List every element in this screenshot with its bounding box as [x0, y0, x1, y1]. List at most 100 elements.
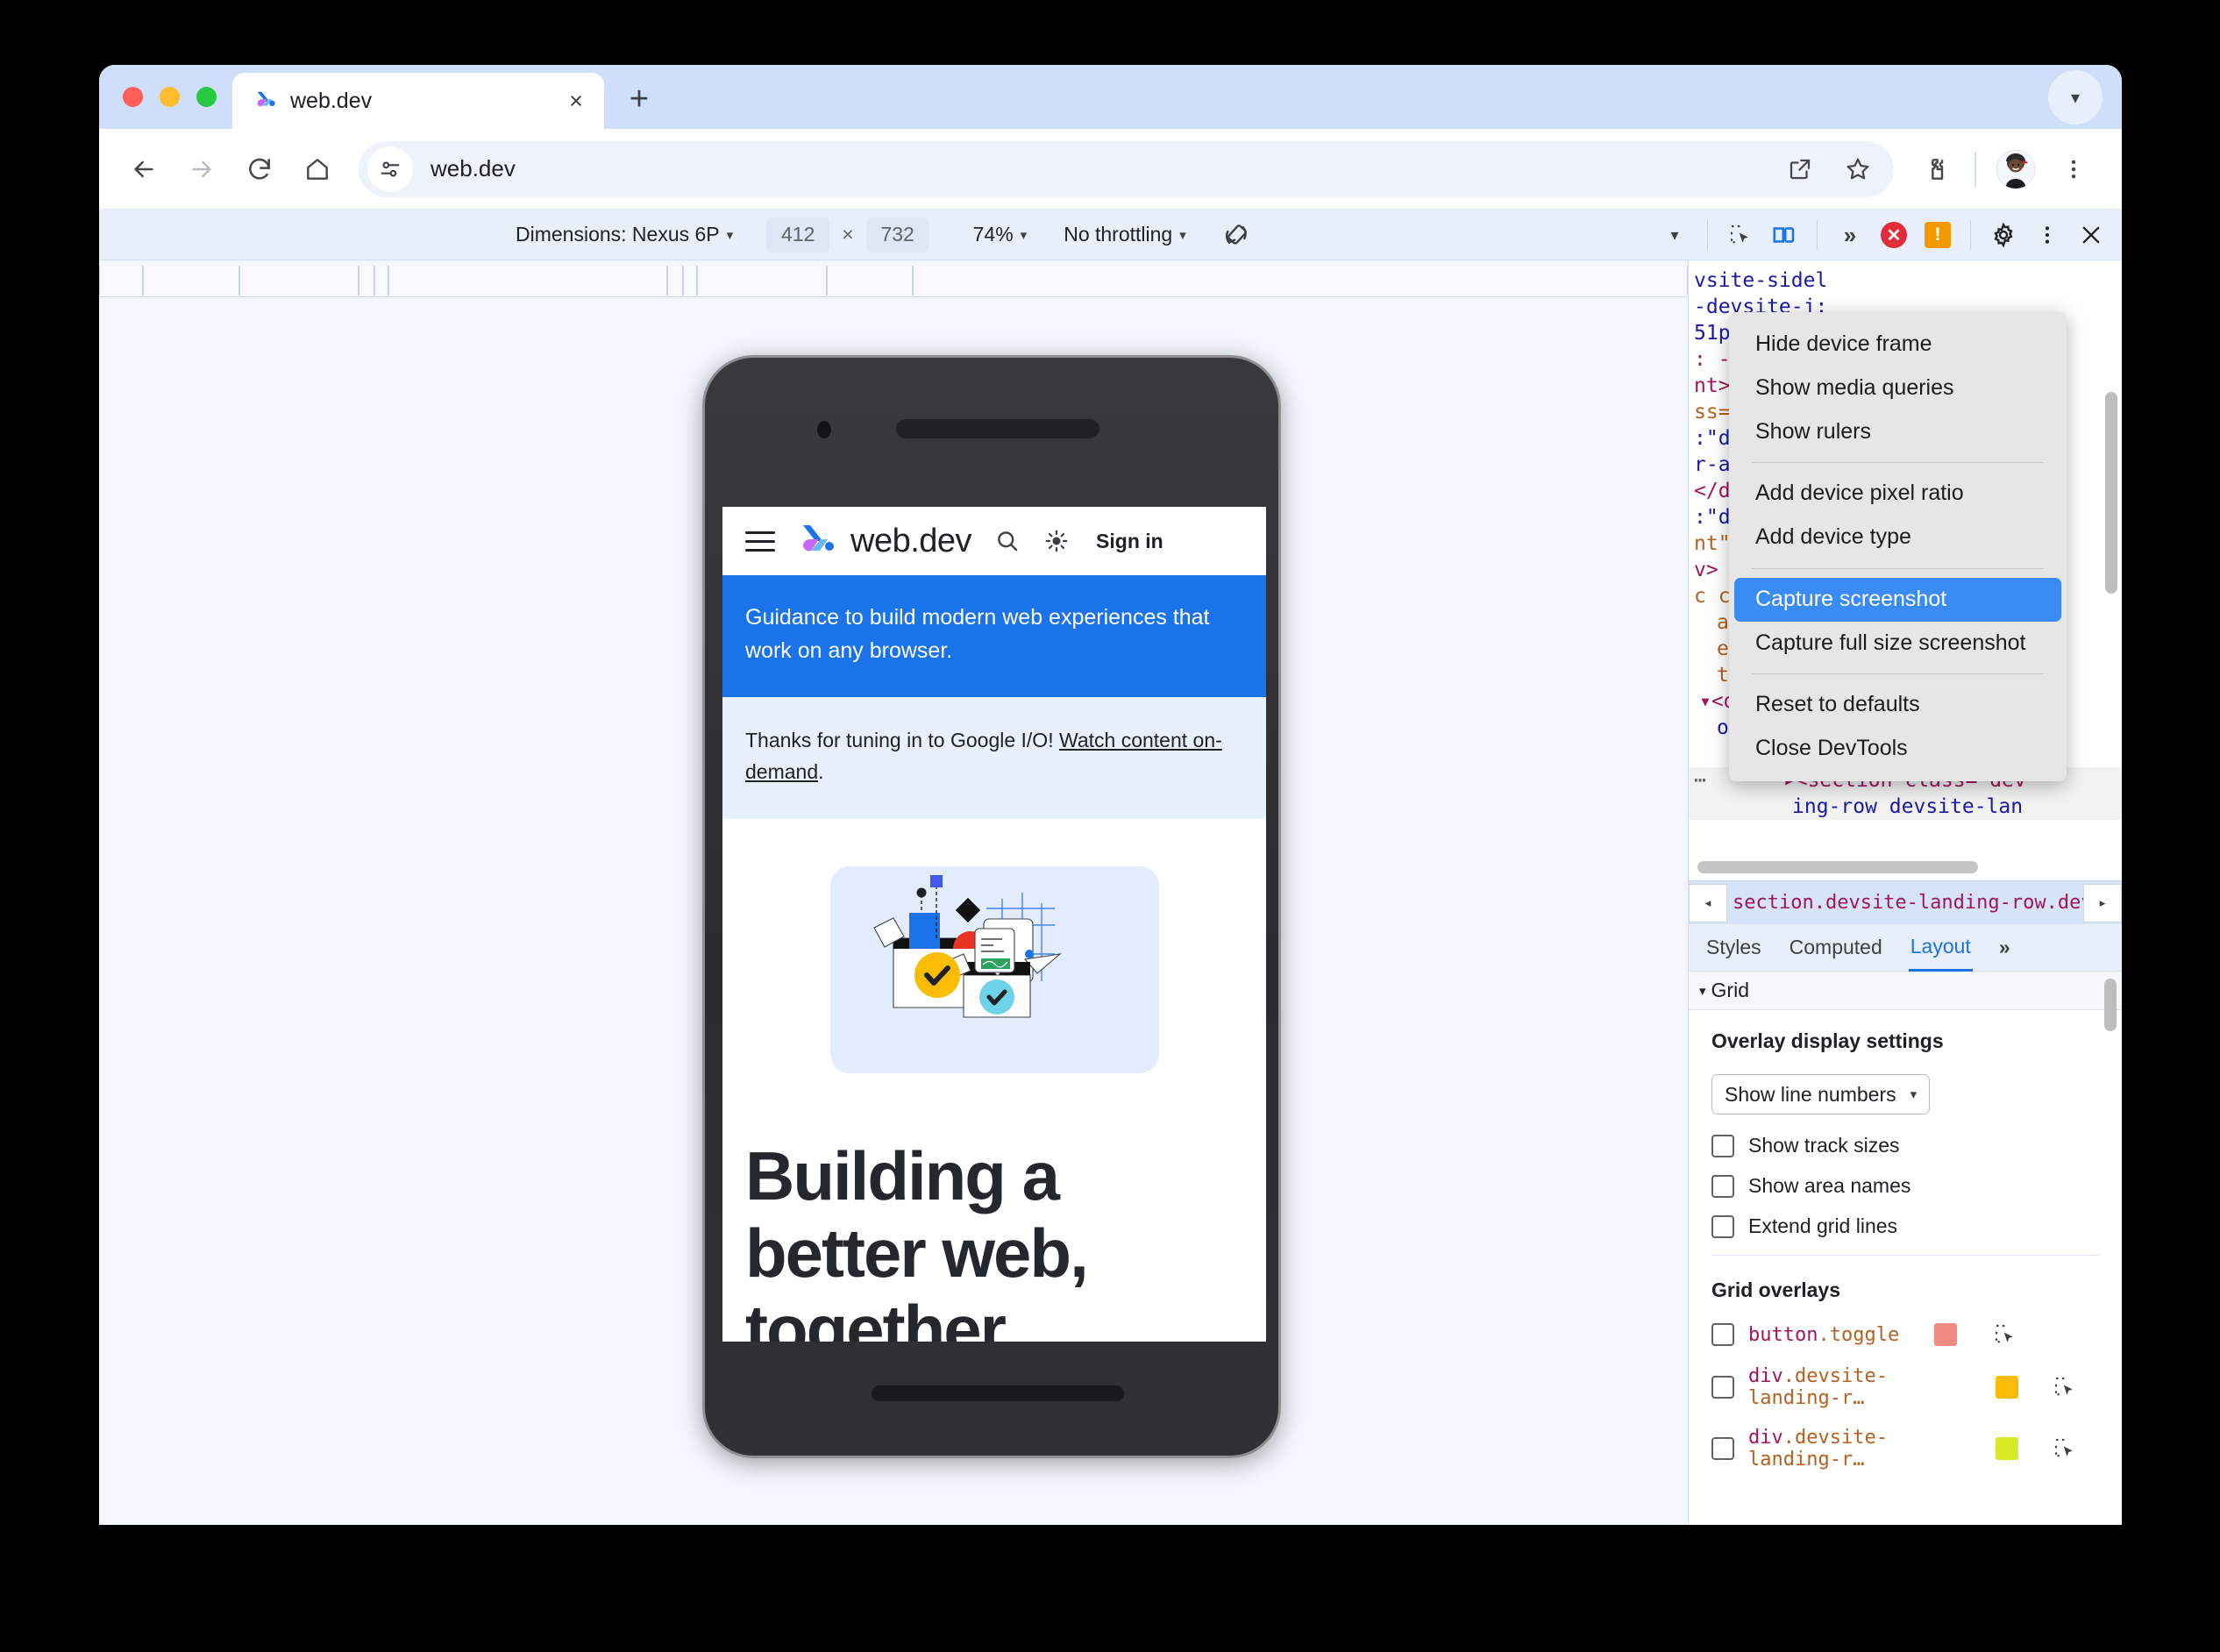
chevron-down-icon: ▾ — [1179, 227, 1186, 243]
ellipsis-icon[interactable]: ⋯ — [1694, 769, 1708, 792]
hamburger-menu-icon[interactable] — [745, 530, 775, 552]
new-tab-button[interactable]: + — [615, 75, 664, 124]
tab-layout[interactable]: Layout — [1908, 924, 1973, 972]
throttling-select[interactable]: No throttling ▾ — [1055, 216, 1195, 254]
three-dot-menu-icon[interactable] — [2025, 215, 2069, 255]
inspect-element-icon[interactable] — [1992, 1321, 2018, 1348]
inspect-element-icon[interactable] — [2052, 1435, 2078, 1462]
reload-icon[interactable] — [231, 140, 288, 198]
share-icon[interactable] — [1771, 140, 1829, 198]
menu-item-hide-device-frame[interactable]: Hide device frame — [1729, 323, 2067, 367]
webdev-logo-icon[interactable] — [798, 523, 838, 559]
device-select[interactable]: Dimensions: Nexus 6P ▾ — [507, 216, 742, 254]
extensions-puzzle-icon[interactable] — [1906, 140, 1964, 198]
breadcrumb-text[interactable]: section.devsite-landing-row.devsite- — [1727, 892, 2083, 914]
grid-overlay-color-swatch[interactable] — [1934, 1323, 1958, 1346]
extend-grid-lines-row[interactable]: Extend grid lines — [1711, 1214, 2099, 1238]
grid-overlay-checkbox[interactable] — [1711, 1376, 1734, 1399]
omnibox-url: web.dev — [430, 155, 516, 182]
tab-computed[interactable]: Computed — [1788, 925, 1884, 970]
home-icon[interactable] — [288, 140, 346, 198]
omnibox-actions — [1771, 140, 1894, 198]
menu-item-show-rulers[interactable]: Show rulers — [1729, 410, 2067, 454]
close-icon[interactable] — [2069, 215, 2113, 255]
breadcrumb-selector: section.devsite-landing-row.devsite- — [1733, 892, 2083, 914]
error-badge-count: ✕ — [1881, 222, 1907, 248]
toolbar-divider — [1707, 220, 1708, 250]
hero-banner: Guidance to build modern web experiences… — [722, 575, 1266, 697]
more-panels-icon[interactable]: » — [1828, 215, 1872, 255]
breadcrumb-next-button[interactable]: ▸ — [2083, 883, 2122, 922]
menu-item-capture-screenshot[interactable]: Capture screenshot — [1734, 577, 2061, 622]
bookmark-star-icon[interactable] — [1829, 140, 1887, 198]
chevron-down-icon: ▾ — [1910, 1087, 1918, 1102]
tab-styles[interactable]: Styles — [1704, 925, 1763, 970]
grid-overlay-row[interactable]: div.devsite-landing-r… — [1711, 1365, 2099, 1409]
forward-arrow-icon[interactable] — [173, 140, 231, 198]
grid-overlay-color-swatch[interactable] — [1996, 1376, 2018, 1399]
breadcrumb-prev-button[interactable]: ◂ — [1689, 883, 1727, 922]
menu-item-close-devtools[interactable]: Close DevTools — [1729, 727, 2067, 771]
gear-icon[interactable] — [1982, 215, 2025, 255]
chevron-down-icon: ▾ — [1020, 227, 1028, 243]
device-toolbar-icon[interactable] — [1762, 215, 1806, 255]
grid-overlay-row[interactable]: button.toggle — [1711, 1321, 2099, 1348]
menu-separator — [1752, 462, 2044, 464]
minimize-window-button[interactable] — [160, 87, 180, 107]
inspect-element-icon[interactable] — [1718, 215, 1762, 255]
menu-item-add-device-type[interactable]: Add device type — [1729, 516, 2067, 559]
three-dot-menu-icon[interactable] — [2045, 140, 2103, 198]
sun-theme-icon[interactable] — [1043, 528, 1070, 554]
grid-overlay-row[interactable]: div.devsite-landing-r… — [1711, 1427, 2099, 1470]
site-settings-icon[interactable] — [367, 146, 413, 192]
warning-count-badge[interactable]: ! — [1916, 215, 1960, 255]
zoom-select[interactable]: 74% ▾ — [964, 216, 1036, 254]
chevron-down-icon[interactable]: ▾ — [2048, 70, 2103, 125]
rotate-device-icon[interactable] — [1214, 215, 1258, 255]
dom-tree-vertical-scrollbar[interactable] — [2105, 392, 2117, 594]
grid-overlay-selector[interactable]: button.toggle — [1748, 1324, 1899, 1346]
menu-separator — [1752, 567, 2044, 569]
close-icon[interactable]: × — [560, 85, 592, 117]
close-window-button[interactable] — [123, 87, 143, 107]
back-arrow-icon[interactable] — [115, 140, 173, 198]
grid-overlay-element: div — [1748, 1427, 1783, 1449]
menu-item-reset-to-defaults[interactable]: Reset to defaults — [1729, 683, 2067, 727]
layout-panel-scrollbar[interactable] — [2104, 979, 2117, 1031]
line-numbers-select[interactable]: Show line numbers ▾ — [1711, 1074, 1931, 1114]
grid-overlay-selector[interactable]: div.devsite-landing-r… — [1748, 1365, 1967, 1409]
inspect-element-icon[interactable] — [2052, 1374, 2078, 1400]
tab-more-icon[interactable]: » — [1997, 925, 2012, 970]
search-icon[interactable] — [994, 528, 1021, 554]
error-count-badge[interactable]: ✕ — [1872, 215, 1916, 255]
sign-in-button[interactable]: Sign in — [1096, 530, 1163, 553]
menu-item-add-device-pixel-ratio[interactable]: Add device pixel ratio — [1729, 472, 2067, 516]
show-area-names-row[interactable]: Show area names — [1711, 1174, 2099, 1198]
height-input[interactable]: 732 — [865, 217, 929, 253]
dom-line[interactable]: vsite-sidel — [1689, 267, 2122, 294]
grid-overlay-checkbox[interactable] — [1711, 1437, 1734, 1460]
rendered-page: web.dev Sign in Guidance to build modern… — [722, 507, 1266, 1342]
media-query-ruler[interactable] — [99, 260, 1688, 297]
chevron-down-icon[interactable]: ▾ — [1653, 215, 1697, 255]
avatar[interactable] — [1987, 140, 2045, 198]
menu-item-capture-full-size-screenshot[interactable]: Capture full size screenshot — [1729, 622, 2067, 666]
show-track-sizes-checkbox[interactable] — [1711, 1134, 1734, 1157]
show-track-sizes-row[interactable]: Show track sizes — [1711, 1134, 2099, 1157]
width-input[interactable]: 412 — [766, 217, 830, 253]
extend-grid-lines-checkbox[interactable] — [1711, 1214, 1734, 1238]
menu-item-show-media-queries[interactable]: Show media queries — [1729, 367, 2067, 410]
dom-line[interactable]: ing-row devsite-lan — [1689, 794, 2122, 820]
browser-tab[interactable]: web.dev × — [232, 73, 604, 129]
expand-triangle-icon[interactable]: ▾ — [1699, 690, 1711, 713]
maximize-window-button[interactable] — [196, 87, 217, 107]
extend-grid-lines-label: Extend grid lines — [1748, 1214, 1898, 1237]
dom-tree-horizontal-scrollbar[interactable] — [1697, 861, 1978, 873]
webdev-logo-icon — [252, 88, 278, 114]
grid-overlay-checkbox[interactable] — [1711, 1323, 1734, 1346]
omnibox[interactable]: web.dev — [359, 140, 1894, 198]
show-area-names-checkbox[interactable] — [1711, 1174, 1734, 1198]
grid-section-header[interactable]: ▾ Grid — [1689, 972, 2122, 1010]
grid-overlay-selector[interactable]: div.devsite-landing-r… — [1748, 1427, 1967, 1470]
grid-overlay-color-swatch[interactable] — [1996, 1437, 2018, 1460]
